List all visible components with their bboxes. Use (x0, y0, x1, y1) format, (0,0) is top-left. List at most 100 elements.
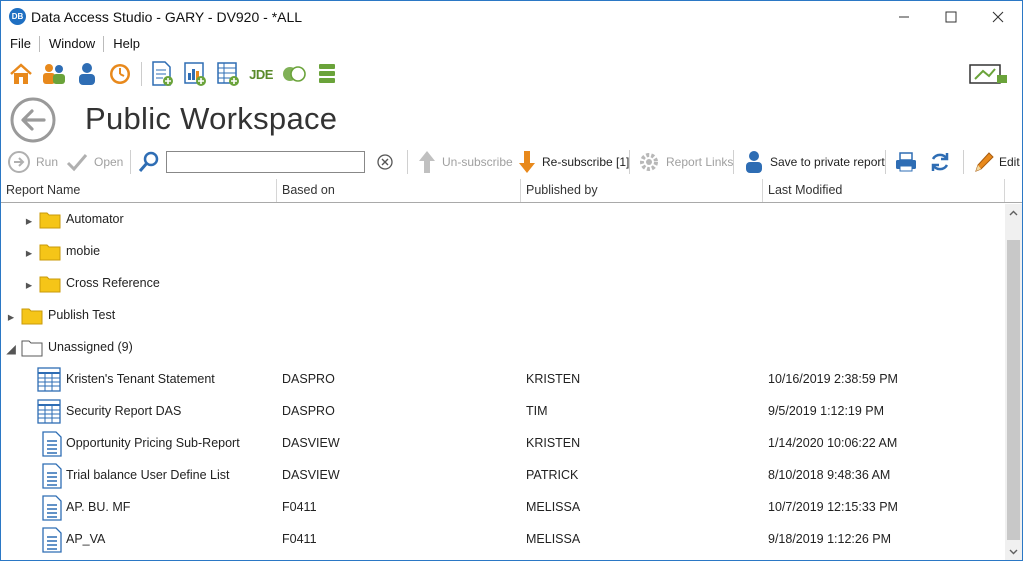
refresh-icon (931, 153, 949, 171)
clear-icon (377, 154, 393, 170)
report-name: Opportunity Pricing Sub-Report (66, 436, 240, 450)
user-icon (746, 151, 762, 173)
report-row[interactable]: Security Report DAS DASPRO TIM 9/5/2019 … (1, 396, 1005, 428)
folder-row[interactable]: ◢ Unassigned (9) (1, 332, 1005, 364)
column-header-last-modified[interactable]: Last Modified (763, 179, 1005, 202)
search-button[interactable] (137, 147, 166, 177)
report-based-on: F0411 (282, 500, 317, 514)
column-header-based-on[interactable]: Based on (277, 179, 521, 202)
report-based-on: DASVIEW (282, 436, 340, 450)
print-button[interactable] (894, 147, 923, 177)
home-icon (10, 63, 32, 84)
report-links-label: Report Links (666, 155, 734, 169)
collapse-arrow-icon[interactable]: ◢ (6, 342, 16, 356)
clear-search-button[interactable] (377, 147, 398, 177)
folder-name: Publish Test (48, 308, 116, 322)
maximize-button[interactable] (928, 1, 974, 32)
report-published-by: PATRICK (526, 468, 579, 482)
report-row[interactable]: Kristen's Tenant Statement DASPRO KRISTE… (1, 364, 1005, 396)
refresh-button[interactable] (928, 147, 957, 177)
resubscribe-label: Re-subscribe [1] (542, 155, 630, 169)
folder-row[interactable]: ▸ Automator (1, 204, 1005, 236)
jde-icon: JDE (249, 66, 273, 82)
gear-icon (640, 153, 658, 171)
search-input[interactable] (166, 151, 365, 173)
column-header-report-name[interactable]: Report Name (1, 179, 277, 202)
list-report-icon (42, 431, 62, 457)
scroll-up-button[interactable] (1005, 204, 1022, 221)
new-report-button[interactable] (148, 60, 176, 88)
folder-row[interactable]: ▸ Cross Reference (1, 268, 1005, 300)
report-last-modified: 9/5/2019 1:12:19 PM (768, 404, 885, 418)
folder-row[interactable]: ▸ Publish Test (1, 300, 1005, 332)
users-icon (43, 64, 65, 84)
expand-arrow-icon[interactable]: ▸ (24, 278, 34, 292)
folder-name: Cross Reference (66, 276, 160, 290)
expand-arrow-icon[interactable]: ▸ (24, 246, 34, 260)
back-button[interactable] (9, 96, 57, 144)
stack-icon (319, 64, 335, 83)
new-report-icon (152, 61, 173, 86)
folder-name: Unassigned (9) (48, 340, 133, 354)
expand-arrow-icon[interactable]: ▸ (24, 214, 34, 228)
menu-file[interactable]: File (1, 34, 39, 54)
users-button[interactable] (40, 60, 68, 88)
menu-window[interactable]: Window (40, 34, 103, 54)
report-name: AP_VA (66, 532, 106, 546)
jde-button[interactable]: JDE (247, 60, 275, 88)
column-header-published-by[interactable]: Published by (521, 179, 763, 202)
report-last-modified: 10/7/2019 12:15:33 PM (768, 500, 898, 514)
chevron-down-icon (1009, 549, 1018, 554)
history-button[interactable] (106, 60, 134, 88)
report-row[interactable]: Opportunity Pricing Sub-Report DASVIEW K… (1, 428, 1005, 460)
report-last-modified: 10/16/2019 2:38:59 PM (768, 372, 898, 386)
folder-name: Automator (66, 212, 124, 226)
close-button[interactable] (975, 1, 1021, 32)
unsubscribe-label: Un-subscribe (442, 155, 513, 169)
menu-help[interactable]: Help (104, 34, 148, 54)
new-grid-button[interactable] (214, 60, 242, 88)
main-toolbar: JDE (7, 60, 346, 88)
toolbar-separator (733, 150, 734, 174)
menu-bar: File Window Help (1, 34, 148, 54)
compare-button[interactable] (280, 60, 308, 88)
folder-icon (39, 212, 61, 229)
open-button[interactable]: Open (65, 147, 123, 177)
minimize-button[interactable] (881, 1, 927, 32)
report-based-on: DASPRO (282, 372, 335, 386)
edit-button[interactable]: Edit (972, 147, 1020, 177)
folder-icon (21, 308, 43, 325)
report-row[interactable]: AP_VA F0411 MELISSA 9/18/2019 1:12:26 PM (1, 524, 1005, 556)
report-row[interactable]: Trial balance User Define List DASVIEW P… (1, 460, 1005, 492)
page-title: Public Workspace (85, 101, 338, 136)
unsubscribe-button[interactable]: Un-subscribe (417, 147, 513, 177)
new-chart-button[interactable] (181, 60, 209, 88)
run-button[interactable]: Run (7, 147, 58, 177)
expand-arrow-icon[interactable]: ▸ (6, 310, 16, 324)
scrollbar-thumb[interactable] (1007, 240, 1020, 540)
arrow-up-icon (419, 151, 435, 173)
grid-report-icon (37, 367, 61, 392)
toolbar-separator (407, 150, 408, 174)
venn-icon (283, 66, 306, 82)
window-title: Data Access Studio - GARY - DV920 - *ALL (31, 9, 303, 25)
action-bar: Run Open Un-subscribe Re-subscribe [1] R… (7, 147, 1020, 177)
presentation-icon[interactable] (969, 63, 1009, 85)
user-button[interactable] (73, 60, 101, 88)
database-button[interactable] (313, 60, 341, 88)
edit-label: Edit (999, 155, 1020, 169)
app-logo-icon: DB (9, 8, 26, 25)
toolbar-separator (885, 150, 886, 174)
minimize-icon (899, 16, 909, 17)
report-row[interactable]: AP. BU. MF F0411 MELISSA 10/7/2019 12:15… (1, 492, 1005, 524)
save-private-button[interactable]: Save to private report (743, 147, 885, 177)
report-published-by: MELISSA (526, 532, 581, 546)
report-published-by: KRISTEN (526, 372, 581, 386)
report-name: AP. BU. MF (66, 500, 131, 514)
home-button[interactable] (7, 60, 35, 88)
resubscribe-button[interactable]: Re-subscribe [1] (517, 147, 629, 177)
report-links-button[interactable]: Report Links (637, 147, 733, 177)
scroll-down-button[interactable] (1005, 543, 1022, 560)
folder-row[interactable]: ▸ mobie (1, 236, 1005, 268)
vertical-scrollbar[interactable] (1005, 204, 1022, 560)
